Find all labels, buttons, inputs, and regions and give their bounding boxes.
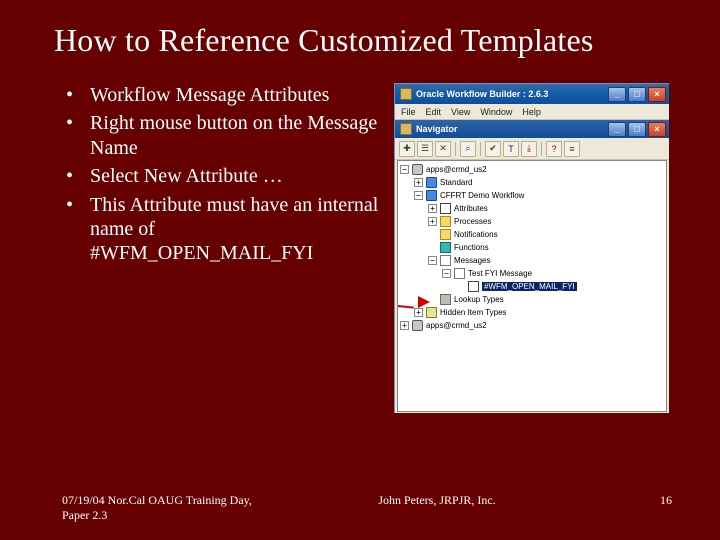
window-buttons: _ □ ×	[608, 87, 666, 102]
tree-label: Notifications	[454, 230, 498, 239]
tree-label: apps@crmd_us2	[426, 321, 487, 330]
tree-label: CFFRT Demo Workflow	[440, 191, 524, 200]
tree-label: Functions	[454, 243, 489, 252]
minimize-button[interactable]: _	[608, 87, 626, 102]
toolbar-sep	[541, 142, 542, 156]
lookup-icon	[440, 294, 451, 305]
close-button[interactable]: ×	[648, 87, 666, 102]
expand-icon[interactable]: +	[428, 204, 437, 213]
tree-label-selected: #WFM_OPEN_MAIL_FYI	[482, 282, 577, 291]
slide-title: How to Reference Customized Templates	[0, 0, 720, 59]
app-screenshot: Oracle Workflow Builder : 2.6.3 _ □ × Fi…	[394, 83, 669, 413]
tree-messages[interactable]: − Messages	[400, 254, 666, 267]
attributes-icon	[440, 203, 451, 214]
bullet-list: Workflow Message Attributes Right mouse …	[62, 83, 382, 413]
tree-label: Hidden Item Types	[440, 308, 507, 317]
tree-hidden-types[interactable]: + Hidden Item Types	[400, 306, 666, 319]
window-title: Oracle Workflow Builder : 2.6.3	[416, 89, 608, 99]
item-type-icon	[426, 177, 437, 188]
menu-view[interactable]: View	[451, 107, 470, 117]
tree-attributes[interactable]: + Attributes	[400, 202, 666, 215]
datastore-icon	[412, 164, 423, 175]
menu-window[interactable]: Window	[480, 107, 512, 117]
tree-area: − apps@crmd_us2 + Standard − CFFRT Demo Wor…	[397, 160, 667, 412]
toolbar-sep	[455, 142, 456, 156]
spacer	[428, 230, 437, 239]
bullet-item: This Attribute must have an internal nam…	[62, 193, 382, 270]
navigator-icon	[400, 123, 412, 135]
tree-label: Processes	[454, 217, 491, 226]
maximize-button[interactable]: □	[628, 87, 646, 102]
tree-notifications[interactable]: Notifications	[400, 228, 666, 241]
footer-left: 07/19/04 Nor.Cal OAUG Training Day, Pape…	[62, 493, 262, 522]
menu-help[interactable]: Help	[522, 107, 541, 117]
spacer	[428, 243, 437, 252]
datastore-icon	[412, 320, 423, 331]
toolbar-sep	[480, 142, 481, 156]
tree-root-2[interactable]: + apps@crmd_us2	[400, 319, 666, 332]
tool-delete[interactable]: ✕	[435, 141, 451, 157]
menubar: File Edit View Window Help	[395, 104, 669, 120]
tree-functions[interactable]: Functions	[400, 241, 666, 254]
tree[interactable]: − apps@crmd_us2 + Standard − CFFRT Demo Wor…	[398, 161, 666, 334]
bullet-item: Right mouse button on the Message Name	[62, 111, 382, 164]
tool-properties[interactable]: ☰	[417, 141, 433, 157]
tree-label: Standard	[440, 178, 472, 187]
tree-lookup-types[interactable]: Lookup Types	[400, 293, 666, 306]
collapse-icon[interactable]: −	[400, 165, 409, 174]
tree-label: Messages	[454, 256, 490, 265]
processes-icon	[440, 216, 451, 227]
tool-verify[interactable]: ✔	[485, 141, 501, 157]
collapse-icon[interactable]: −	[414, 191, 423, 200]
tree-item-demo[interactable]: − CFFRT Demo Workflow	[400, 189, 666, 202]
menu-file[interactable]: File	[401, 107, 416, 117]
tool-expand[interactable]: T	[503, 141, 519, 157]
navigator-titlebar: Navigator _ □ ×	[395, 120, 669, 138]
notifications-icon	[440, 229, 451, 240]
messages-icon	[440, 255, 451, 266]
nav-minimize-button[interactable]: _	[608, 122, 626, 137]
slide: How to Reference Customized Templates Wo…	[0, 0, 720, 540]
tree-label: Test FYI Message	[468, 269, 532, 278]
bullet-item: Workflow Message Attributes	[62, 83, 382, 111]
tree-processes[interactable]: + Processes	[400, 215, 666, 228]
tree-message-fyi[interactable]: − Test FYI Message	[400, 267, 666, 280]
nav-maximize-button[interactable]: □	[628, 122, 646, 137]
hidden-icon	[426, 307, 437, 318]
functions-icon	[440, 242, 451, 253]
spacer	[456, 282, 465, 291]
tool-collapse[interactable]: ⤓	[521, 141, 537, 157]
tool-filter[interactable]: ≡	[564, 141, 580, 157]
toolbar: ✚ ☰ ✕ ⌕ ✔ T ⤓ ? ≡	[395, 138, 669, 160]
bullet-item: Select New Attribute …	[62, 164, 382, 192]
tree-item-standard[interactable]: + Standard	[400, 176, 666, 189]
tree-label: apps@crmd_us2	[426, 165, 487, 174]
navigator-title: Navigator	[416, 124, 608, 134]
expand-icon[interactable]: +	[414, 308, 423, 317]
window-titlebar: Oracle Workflow Builder : 2.6.3 _ □ ×	[395, 84, 669, 104]
expand-icon[interactable]: +	[414, 178, 423, 187]
expand-icon[interactable]: +	[428, 217, 437, 226]
collapse-icon[interactable]: −	[442, 269, 451, 278]
tool-help[interactable]: ?	[546, 141, 562, 157]
nav-close-button[interactable]: ×	[648, 122, 666, 137]
message-icon	[454, 268, 465, 279]
tool-new[interactable]: ✚	[399, 141, 415, 157]
tree-root[interactable]: − apps@crmd_us2	[400, 163, 666, 176]
item-type-icon	[426, 190, 437, 201]
spacer	[428, 295, 437, 304]
menu-edit[interactable]: Edit	[426, 107, 442, 117]
collapse-icon[interactable]: −	[428, 256, 437, 265]
attribute-icon	[468, 281, 479, 292]
tree-label: Lookup Types	[454, 295, 504, 304]
slide-footer: 07/19/04 Nor.Cal OAUG Training Day, Pape…	[0, 493, 720, 522]
content-row: Workflow Message Attributes Right mouse …	[0, 59, 720, 413]
tree-label: Attributes	[454, 204, 488, 213]
tree-message-attr-selected[interactable]: #WFM_OPEN_MAIL_FYI	[400, 280, 666, 293]
app-icon	[400, 88, 412, 100]
footer-center: John Peters, JRPJR, Inc.	[262, 493, 612, 508]
footer-page: 16	[612, 493, 672, 508]
tool-find[interactable]: ⌕	[460, 141, 476, 157]
expand-icon[interactable]: +	[400, 321, 409, 330]
